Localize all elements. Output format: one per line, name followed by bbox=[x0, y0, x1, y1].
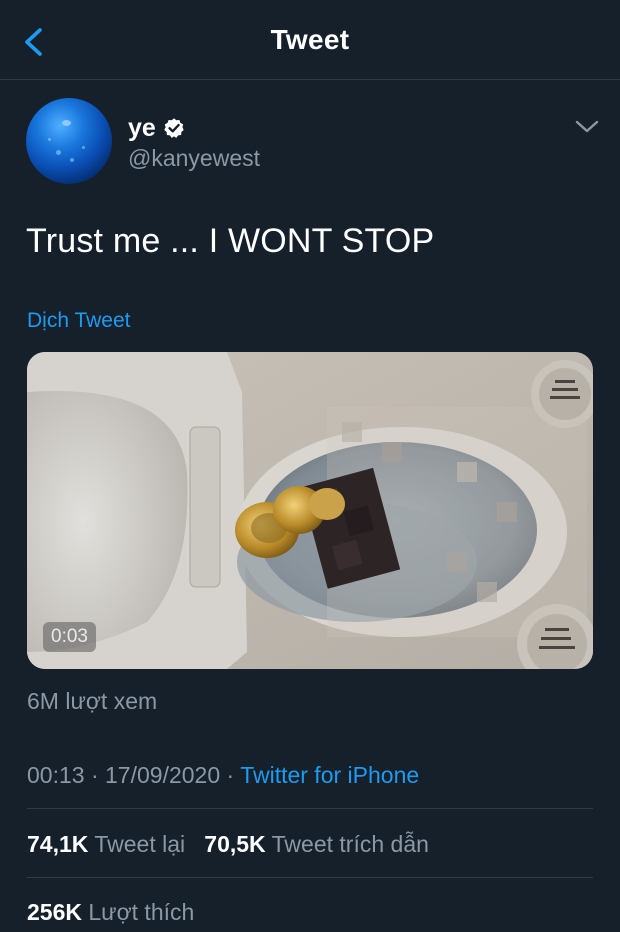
quotes-count: 70,5K bbox=[204, 831, 266, 857]
meta-separator: · bbox=[90, 762, 99, 788]
retweets-stat[interactable]: 74,1K Tweet lại bbox=[27, 831, 185, 857]
avatar[interactable] bbox=[26, 98, 112, 184]
author-name[interactable]: ye bbox=[128, 114, 156, 143]
likes-stat[interactable]: 256K Lượt thích bbox=[27, 899, 194, 926]
retweets-count: 74,1K bbox=[27, 831, 89, 857]
quotes-stat[interactable]: 70,5K Tweet trích dẫn bbox=[204, 831, 429, 857]
retweets-label: Tweet lại bbox=[94, 831, 186, 857]
tweet-video[interactable]: 0:03 bbox=[27, 352, 593, 669]
likes-count: 256K bbox=[27, 899, 82, 925]
divider bbox=[27, 877, 593, 878]
tweet-text: Trust me ... I WONT STOP bbox=[26, 222, 435, 260]
author-name-row[interactable]: ye bbox=[128, 112, 185, 144]
video-thumbnail bbox=[27, 352, 593, 669]
tweet-time: 00:13 bbox=[27, 762, 85, 788]
engagement-stats: 74,1K Tweet lại 70,5K Tweet trích dẫn bbox=[27, 831, 429, 858]
chevron-down-icon[interactable] bbox=[574, 118, 600, 136]
tweet-metadata: 00:13 · 17/09/2020 · Twitter for iPhone bbox=[27, 762, 419, 789]
author-handle[interactable]: @kanyewest bbox=[128, 145, 260, 172]
tweet-date: 17/09/2020 bbox=[105, 762, 221, 788]
video-duration: 0:03 bbox=[43, 622, 96, 652]
quotes-label: Tweet trích dẫn bbox=[271, 831, 429, 857]
divider bbox=[27, 808, 593, 809]
verified-badge-icon bbox=[164, 118, 184, 138]
meta-separator: · bbox=[226, 762, 235, 788]
view-count: 6M lượt xem bbox=[27, 688, 158, 714]
page-title: Tweet bbox=[270, 24, 350, 55]
translate-tweet-link[interactable]: Dịch Tweet bbox=[27, 309, 131, 333]
likes-label: Lượt thích bbox=[88, 899, 195, 925]
top-nav-bar: Tweet bbox=[0, 0, 620, 80]
tweet-source-link[interactable]: Twitter for iPhone bbox=[240, 762, 419, 788]
